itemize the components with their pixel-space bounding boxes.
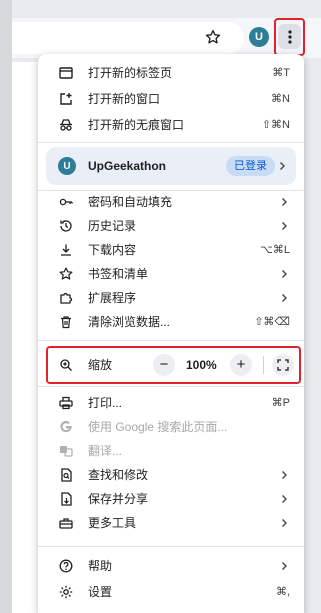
menu-item-label: 密码和自动填充 [88,195,173,209]
menu-item-incognito[interactable]: 打开新的无痕窗口 ⇧⌘N [38,112,304,138]
menu-item-translate: 翻译... [38,438,304,464]
star-icon[interactable] [204,28,222,46]
print-icon [59,396,73,410]
zoom-row-highlight [46,346,301,384]
menu-item-save-share[interactable]: 保存并分享 [38,486,304,512]
menu-item-new-window[interactable]: 打开新的窗口 ⌘N [38,86,304,112]
shortcut-label: ⌘N [271,93,290,105]
trash-icon [61,316,71,329]
history-icon [60,220,72,232]
menu-item-passwords[interactable]: 密码和自动填充 [38,189,304,215]
chevron-right-icon [282,198,287,206]
menu-item-downloads[interactable]: 下载内容 ⌥⌘L [38,237,304,263]
avatar: U [58,157,76,175]
menu-item-new-tab[interactable]: 打开新的标签页 ⌘T [38,60,304,86]
star-outline-icon [59,267,73,280]
menu-item-google-search: 使用 Google 搜索此页面... [38,414,304,440]
menu-item-more-tools[interactable]: 更多工具 [38,510,304,536]
new-window-icon [60,93,72,105]
menu-item-label: 打印... [88,396,123,410]
menu-item-label: 打开新的标签页 [88,66,173,80]
menu-item-label: 查找和修改 [88,468,149,482]
menu-item-label: 使用 Google 搜索此页面... [88,420,228,434]
chevron-right-icon [282,270,287,278]
chevron-right-icon [282,519,287,527]
chrome-main-menu: 打开新的标签页 ⌘T 打开新的窗口 ⌘N 打开新的无痕窗口 ⇧⌘N U UpGe… [38,54,304,613]
menu-item-clear-data[interactable]: 清除浏览数据... ⇧⌘⌫ [38,309,304,335]
menu-item-settings[interactable]: 设置 ⌘, [38,579,304,605]
menu-item-label: 保存并分享 [88,492,149,506]
menu-item-label: 下载内容 [88,243,137,257]
profile-row[interactable]: U UpGeekathon 已登录 [46,147,296,185]
puzzle-icon [60,292,73,304]
chevron-right-icon [282,471,287,479]
shortcut-label: ⇧⌘⌫ [254,316,290,328]
signed-in-badge: 已登录 [226,156,275,176]
find-icon [61,468,72,482]
menu-item-label: 更多工具 [88,516,137,530]
help-icon [59,559,73,573]
chevron-right-icon [282,495,287,503]
save-share-icon [61,492,72,506]
new-tab-icon [59,67,73,79]
menu-item-print[interactable]: 打印... ⌘P [38,390,304,416]
key-icon [59,198,73,206]
menu-item-label: 打开新的无痕窗口 [88,118,185,132]
profile-name: UpGeekathon [88,159,167,173]
gear-icon [59,585,73,599]
menu-item-label: 打开新的窗口 [88,92,161,106]
shortcut-label: ⌘, [275,586,290,598]
toolbox-icon [59,518,73,529]
menu-item-label: 扩展程序 [88,291,137,305]
google-icon [60,420,72,433]
chevron-right-icon [280,162,285,170]
profile-avatar[interactable]: U [249,27,269,47]
download-icon [61,244,71,256]
shortcut-label: ⌘P [271,397,290,409]
menu-item-extensions[interactable]: 扩展程序 [38,285,304,311]
menu-divider [38,340,304,341]
menu-item-label: 清除浏览数据... [88,315,171,329]
menu-item-help[interactable]: 帮助 [38,553,304,579]
menu-item-label: 设置 [88,585,113,599]
translate-icon [60,446,73,457]
menu-item-label: 翻译... [88,444,123,458]
shortcut-label: ⌘T [272,67,290,79]
menu-divider [38,546,304,547]
chevron-right-icon [282,562,287,570]
shortcut-label: ⌥⌘L [260,244,290,256]
menu-item-history[interactable]: 历史记录 [38,213,304,239]
shortcut-label: ⇧⌘N [261,119,290,131]
background-window-edge [0,0,12,613]
menu-divider [38,142,304,143]
menu-item-label: 书签和清单 [88,267,149,281]
chevron-right-icon [282,222,287,230]
menu-item-label: 历史记录 [88,219,137,233]
menu-item-label: 帮助 [88,559,113,573]
chevron-right-icon [282,294,287,302]
menu-button-highlight [274,18,305,56]
menu-divider [38,386,304,387]
menu-item-find-edit[interactable]: 查找和修改 [38,462,304,488]
incognito-icon [60,119,72,131]
menu-item-bookmarks[interactable]: 书签和清单 [38,261,304,287]
